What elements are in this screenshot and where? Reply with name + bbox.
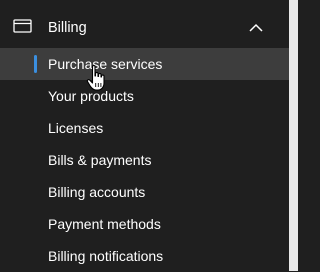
nav-item-label: Licenses	[48, 120, 104, 136]
nav-item-label: Bills & payments	[48, 152, 152, 168]
billing-nav: Billing Purchase services Your products …	[0, 0, 289, 271]
nav-item-label: Payment methods	[48, 216, 161, 232]
selected-indicator	[34, 55, 37, 73]
nav-item-label: Your products	[48, 88, 134, 104]
nav-item-payment-methods[interactable]: Payment methods	[0, 208, 289, 240]
billing-group-label: Billing	[48, 20, 87, 36]
chevron-up-icon[interactable]	[248, 20, 264, 32]
nav-item-your-products[interactable]: Your products	[0, 80, 289, 112]
billing-group-header[interactable]: Billing	[0, 8, 289, 48]
nav-item-billing-accounts[interactable]: Billing accounts	[0, 176, 289, 208]
scrollbar-gutter[interactable]	[289, 0, 298, 271]
nav-item-bills-payments[interactable]: Bills & payments	[0, 144, 289, 176]
nav-item-label: Purchase services	[48, 56, 163, 72]
nav-item-label: Billing notifications	[48, 248, 164, 264]
nav-item-billing-notifications[interactable]: Billing notifications	[0, 240, 289, 272]
billing-card-icon	[13, 19, 33, 33]
nav-item-licenses[interactable]: Licenses	[0, 112, 289, 144]
nav-item-label: Billing accounts	[48, 184, 146, 200]
nav-item-purchase-services[interactable]: Purchase services	[0, 48, 289, 80]
